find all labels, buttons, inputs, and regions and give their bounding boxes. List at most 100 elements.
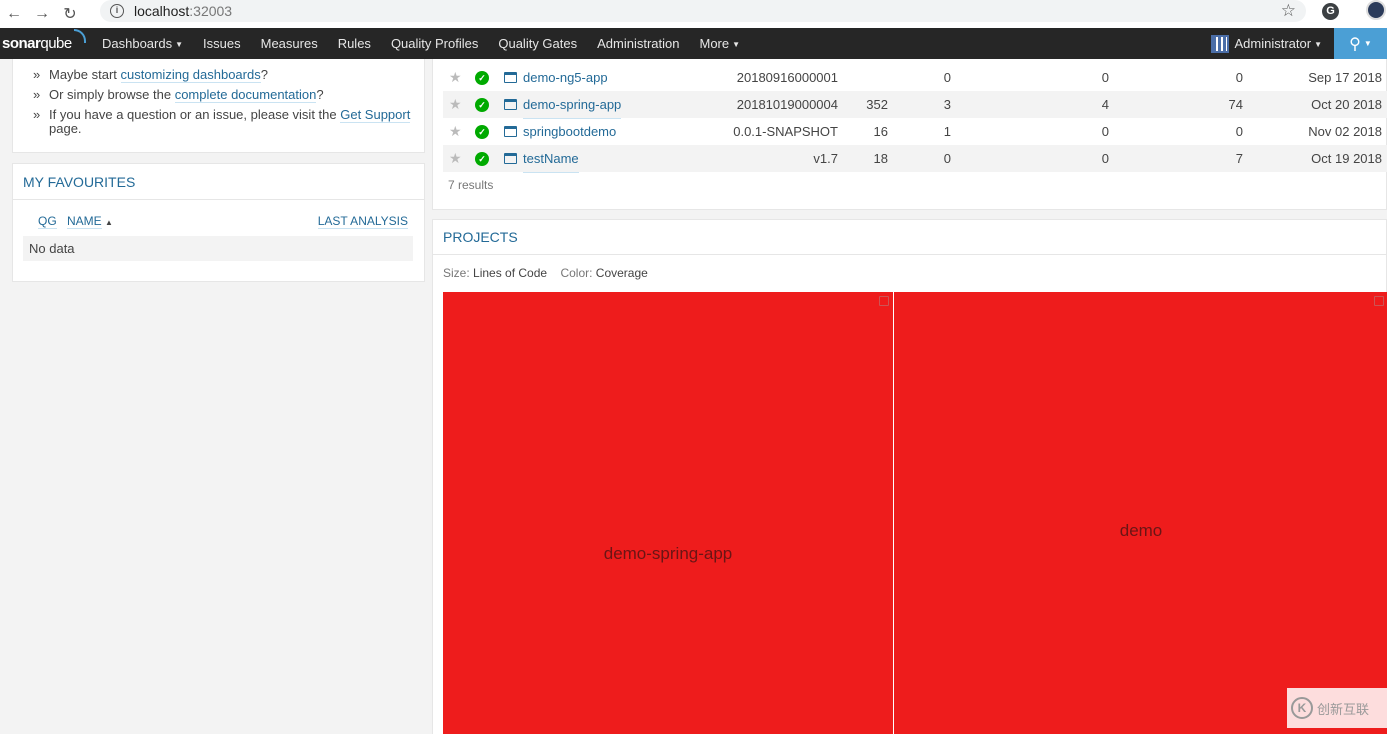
sonarqube-logo[interactable]: sonarqube bbox=[0, 29, 92, 52]
sort-asc-icon: ▲ bbox=[105, 218, 113, 227]
user-menu[interactable]: Administrator ▼ bbox=[1235, 36, 1323, 51]
metric-cell: 4 bbox=[1101, 97, 1109, 112]
address-bar[interactable]: i localhost:32003 ☆ bbox=[100, 0, 1306, 22]
documentation-link[interactable]: complete documentation bbox=[174, 87, 317, 103]
metric-cell: 16 bbox=[873, 124, 888, 139]
projects-treemap-widget: PROJECTS Size: Lines of Code Color: Cove… bbox=[432, 219, 1387, 734]
forward-icon[interactable]: → bbox=[28, 2, 56, 26]
caret-down-icon: ▼ bbox=[1363, 39, 1372, 48]
metric-cell: 0 bbox=[1101, 70, 1109, 85]
sort-name[interactable]: NAME ▲ bbox=[67, 214, 113, 229]
url-port: :32003 bbox=[189, 3, 233, 19]
main-navbar: sonarqube Dashboards ▼ Issues Measures Ru… bbox=[0, 28, 1387, 59]
customizing-dashboards-link[interactable]: customizing dashboards bbox=[120, 67, 261, 83]
analysis-date-cell: Oct 20 2018 bbox=[1311, 97, 1382, 112]
analysis-date-cell: Oct 19 2018 bbox=[1311, 151, 1382, 166]
nav-dashboards[interactable]: Dashboards ▼ bbox=[92, 36, 193, 51]
quality-gate-passed-icon: ✓ bbox=[475, 98, 489, 112]
logo-sonar-text: sonar bbox=[2, 35, 41, 52]
project-link[interactable]: springbootdemo bbox=[523, 118, 617, 146]
search-button[interactable]: ⚲ ▼ bbox=[1334, 28, 1387, 59]
watermark: K 创新互联 bbox=[1287, 688, 1387, 728]
sort-qg[interactable]: QG bbox=[38, 214, 57, 229]
nav-quality-gates[interactable]: Quality Gates bbox=[488, 36, 587, 51]
list-item: Or simply browse the complete documentat… bbox=[33, 85, 424, 105]
project-qualifier-icon bbox=[504, 72, 517, 83]
metric-cell: 0 bbox=[943, 70, 951, 85]
open-link-icon[interactable] bbox=[1374, 296, 1384, 306]
metric-cell: 0 bbox=[1101, 151, 1109, 166]
url-host: localhost bbox=[134, 3, 190, 19]
get-support-link[interactable]: Get Support bbox=[340, 107, 411, 123]
treemap-legend: Size: Lines of Code Color: Coverage bbox=[443, 266, 648, 280]
treemap-tile[interactable]: demo-spring-app bbox=[443, 292, 893, 734]
version-cell: 0.0.1-SNAPSHOT bbox=[733, 124, 838, 139]
favorite-star-icon[interactable]: ★ bbox=[449, 91, 462, 118]
table-row: ★ ✓ demo-spring-app 20181019000004 352 3 4 74 Oc… bbox=[443, 91, 1387, 119]
version-cell: 20180916000001 bbox=[736, 70, 838, 85]
tile-label: demo bbox=[1119, 521, 1163, 540]
metric-cell: 0 bbox=[1235, 70, 1243, 85]
project-qualifier-icon bbox=[504, 153, 517, 164]
project-link[interactable]: testName bbox=[523, 145, 579, 173]
welcome-links-panel: Maybe start customizing dashboards? Or s… bbox=[12, 59, 425, 153]
favorite-star-icon[interactable]: ★ bbox=[449, 118, 462, 145]
analysis-date-cell: Nov 02 2018 bbox=[1308, 124, 1382, 139]
favourites-empty: No data bbox=[23, 236, 413, 261]
admin-avatar-icon[interactable] bbox=[1210, 34, 1229, 53]
nav-measures[interactable]: Measures bbox=[251, 36, 328, 51]
nav-administration[interactable]: Administration bbox=[587, 36, 689, 51]
nav-quality-profiles[interactable]: Quality Profiles bbox=[381, 36, 488, 51]
project-qualifier-icon bbox=[504, 126, 517, 137]
sort-last-analysis[interactable]: LAST ANALYSIS bbox=[317, 214, 408, 229]
table-row: ★ ✓ springbootdemo 0.0.1-SNAPSHOT 16 1 0 0 Nov 0… bbox=[443, 118, 1387, 146]
favorite-star-icon[interactable]: ★ bbox=[449, 64, 462, 91]
info-icon[interactable]: i bbox=[110, 4, 124, 18]
treemap-title: PROJECTS bbox=[433, 220, 1386, 255]
logo-wave-icon bbox=[74, 29, 86, 43]
favorite-star-icon[interactable]: ★ bbox=[449, 145, 462, 172]
open-link-icon[interactable] bbox=[879, 296, 889, 306]
list-item: Maybe start customizing dashboards? bbox=[33, 65, 424, 85]
metric-cell: 18 bbox=[873, 151, 888, 166]
my-favourites-widget: MY FAVOURITES QG NAME ▲ LAST ANALYSIS No… bbox=[12, 163, 425, 282]
watermark-text: 创新互联 bbox=[1317, 701, 1370, 717]
project-link[interactable]: demo-spring-app bbox=[523, 91, 622, 119]
treemap-tile[interactable]: demo bbox=[894, 292, 1387, 734]
search-icon: ⚲ bbox=[1349, 35, 1361, 53]
metric-cell: 3 bbox=[943, 97, 951, 112]
watermark-logo-icon: K bbox=[1291, 697, 1313, 719]
reload-icon[interactable]: ↻ bbox=[56, 2, 84, 26]
caret-down-icon: ▼ bbox=[732, 40, 741, 49]
metric-cell: 0 bbox=[943, 151, 951, 166]
favourites-header: QG NAME ▲ LAST ANALYSIS bbox=[23, 214, 412, 230]
results-count: 7 results bbox=[448, 178, 494, 192]
table-row: ★ ✓ testName v1.7 18 0 0 7 Oct 19 2018 bbox=[443, 145, 1387, 173]
nav-more[interactable]: More ▼ bbox=[690, 36, 751, 51]
metric-cell: 0 bbox=[1101, 124, 1109, 139]
quality-gate-passed-icon: ✓ bbox=[475, 125, 489, 139]
version-cell: v1.7 bbox=[813, 151, 838, 166]
metric-cell: 74 bbox=[1228, 97, 1243, 112]
tile-label: demo-spring-app bbox=[603, 544, 733, 563]
table-row: ★ ✓ demo-ng5-app 20180916000001 0 0 0 Sep 17 20… bbox=[443, 64, 1387, 92]
version-cell: 20181019000004 bbox=[736, 97, 838, 112]
nav-issues[interactable]: Issues bbox=[193, 36, 251, 51]
project-link[interactable]: demo-ng5-app bbox=[523, 64, 608, 92]
browser-profile-avatar[interactable] bbox=[1366, 0, 1386, 20]
metric-cell: 352 bbox=[866, 97, 888, 112]
nav-rules[interactable]: Rules bbox=[328, 36, 381, 51]
caret-down-icon: ▼ bbox=[175, 40, 184, 49]
extension-icon[interactable]: G bbox=[1322, 3, 1339, 20]
quality-gate-passed-icon: ✓ bbox=[475, 71, 489, 85]
favourites-title: MY FAVOURITES bbox=[13, 164, 424, 200]
metric-cell: 7 bbox=[1235, 151, 1243, 166]
project-qualifier-icon bbox=[504, 99, 517, 110]
quality-gate-passed-icon: ✓ bbox=[475, 152, 489, 166]
caret-down-icon: ▼ bbox=[1314, 40, 1322, 49]
metric-cell: 1 bbox=[943, 124, 951, 139]
projects-table-widget: ★ ✓ demo-ng5-app 20180916000001 0 0 0 Sep 17 20… bbox=[432, 59, 1387, 210]
bookmark-star-icon[interactable]: ☆ bbox=[1281, 1, 1296, 21]
back-icon[interactable]: ← bbox=[0, 2, 28, 26]
list-item: If you have a question or an issue, plea… bbox=[33, 105, 424, 136]
